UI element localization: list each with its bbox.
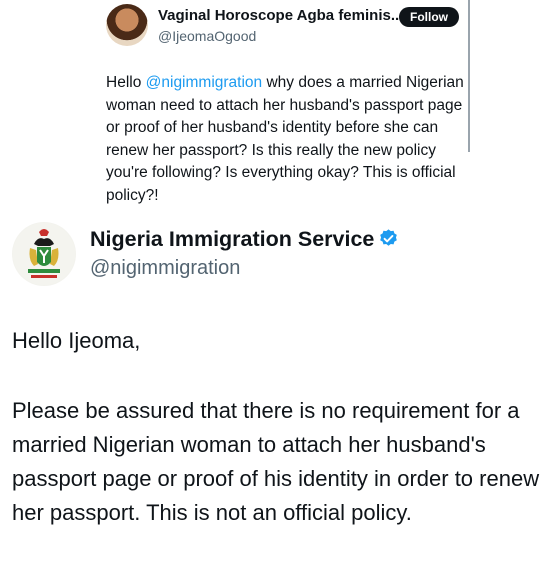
verified-badge-icon <box>380 229 398 246</box>
follow-button[interactable]: Follow <box>399 7 459 27</box>
scrollbar[interactable] <box>468 0 470 152</box>
quoted-author-avatar[interactable] <box>106 4 148 46</box>
nis-logo-avatar[interactable] <box>12 222 76 286</box>
coat-of-arms-icon <box>13 223 75 285</box>
reply-body-text: Please be assured that there is no requi… <box>12 398 540 525</box>
quoted-text-rest: why does a married Nigerian woman need t… <box>106 74 464 204</box>
mention-link[interactable]: @nigimmigration <box>146 74 263 91</box>
quoted-author-handle[interactable]: @IjeomaOgood <box>158 28 256 44</box>
quoted-text-start: Hello <box>106 74 146 91</box>
quoted-author-name[interactable]: Vaginal Horoscope Agba feminis... <box>158 7 403 24</box>
reply-author-name-text: Nigeria Immigration Service <box>90 227 375 251</box>
reply-author-name[interactable]: Nigeria Immigration Service <box>90 227 399 252</box>
reply-author-handle[interactable]: @nigimmigration <box>90 257 240 280</box>
quoted-tweet-text: Hello @nigimmigration why does a married… <box>106 72 466 207</box>
quoted-tweet: Vaginal Horoscope Agba feminis... @Ijeom… <box>0 0 555 215</box>
reply-greeting: Hello Ijeoma, <box>12 328 141 353</box>
